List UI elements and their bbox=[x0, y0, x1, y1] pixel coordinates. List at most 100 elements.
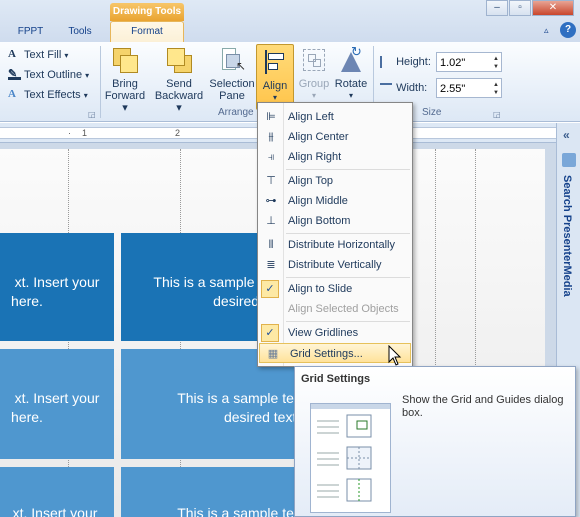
group-label: Group bbox=[298, 78, 330, 90]
align-right-icon: ⫣ bbox=[267, 151, 275, 163]
bring-forward-icon bbox=[111, 46, 139, 74]
menu-item-label: Align Left bbox=[288, 111, 334, 123]
menu-item-align-top[interactable]: ⊤ Align Top bbox=[258, 171, 412, 191]
send-backward-button[interactable]: Send Backward ▾ bbox=[152, 46, 206, 114]
shape-cell[interactable]: xt. Insert your here. bbox=[0, 233, 114, 341]
bring-forward-label-1: Bring bbox=[112, 78, 138, 90]
width-down-arrow[interactable]: ▼ bbox=[493, 89, 499, 97]
dialog-preview-graphic bbox=[317, 414, 372, 502]
title-bar: FPPT Tools Drawing Tools Format – ▫ ✕ ▵ … bbox=[0, 0, 580, 43]
shape-cell[interactable]: This is a sample desired t bbox=[121, 233, 271, 341]
rotate-label: Rotate bbox=[334, 78, 368, 90]
side-pane-title[interactable]: Search PresenterMedia bbox=[561, 175, 573, 297]
ruler-tick-1: 1 bbox=[82, 128, 88, 138]
text-effects-icon: A bbox=[8, 88, 16, 100]
cell-text: xt. Insert your bbox=[14, 390, 100, 406]
size-dialog-launcher[interactable]: ◲ bbox=[493, 110, 501, 119]
distribute-vertically-icon: ≣ bbox=[266, 259, 276, 271]
width-value: 2.55" bbox=[440, 83, 466, 95]
minimize-ribbon-icon[interactable]: ▵ bbox=[544, 25, 549, 36]
align-top-icon: ⊤ bbox=[266, 175, 276, 187]
send-backward-label-1: Send bbox=[166, 78, 192, 90]
selection-pane-button[interactable]: ↖ Selection Pane bbox=[208, 46, 256, 112]
menu-item-align-left[interactable]: ⊫ Align Left bbox=[258, 107, 412, 127]
group-icon bbox=[300, 46, 328, 74]
tooltip-title: Grid Settings bbox=[301, 373, 371, 385]
menu-item-align-right[interactable]: ⫣ Align Right bbox=[258, 147, 412, 167]
height-up-arrow[interactable]: ▲ bbox=[493, 55, 499, 63]
distribute-horizontally-icon: ⫴ bbox=[268, 239, 274, 251]
text-fill-icon: A bbox=[8, 48, 16, 60]
align-center-icon: ⫵ bbox=[268, 131, 274, 143]
tab-tools[interactable]: Tools bbox=[60, 22, 100, 42]
collapse-pane-icon[interactable]: « bbox=[563, 128, 570, 142]
menu-item-align-bottom[interactable]: ⊥ Align Bottom bbox=[258, 211, 412, 231]
width-input[interactable]: 2.55" ▲ ▼ bbox=[436, 78, 502, 98]
text-effects-label: Text Effects bbox=[24, 89, 81, 101]
selection-pane-icon: ↖ bbox=[218, 46, 246, 74]
menu-item-view-gridlines[interactable]: ✓ View Gridlines bbox=[258, 323, 412, 343]
height-label: Height: bbox=[396, 56, 431, 68]
height-value: 1.02" bbox=[440, 57, 466, 69]
menu-item-distribute-horizontally[interactable]: ⫴ Distribute Horizontally bbox=[258, 235, 412, 255]
menu-item-align-selected-objects[interactable]: Align Selected Objects bbox=[258, 299, 412, 319]
bring-forward-button[interactable]: Bring Forward ▾ bbox=[102, 46, 148, 114]
group-separator bbox=[100, 46, 101, 118]
menu-separator bbox=[286, 321, 410, 322]
height-input[interactable]: 1.02" ▲ ▼ bbox=[436, 52, 502, 72]
menu-item-label: Align Selected Objects bbox=[288, 303, 399, 315]
rotate-dropdown-arrow: ▾ bbox=[348, 91, 353, 100]
minimize-button[interactable]: – bbox=[486, 0, 508, 16]
wordart-dialog-launcher[interactable]: ◲ bbox=[88, 110, 96, 119]
grid-dialog-preview bbox=[310, 403, 391, 513]
ruler-tick: · bbox=[68, 128, 71, 138]
shape-cell[interactable]: xt. Insert your bbox=[0, 467, 114, 517]
align-dropdown-menu: ⊫ Align Left ⫵ Align Center ⫣ Align Righ… bbox=[257, 102, 413, 367]
menu-item-align-to-slide[interactable]: ✓ Align to Slide bbox=[258, 279, 412, 299]
maximize-button[interactable]: ▫ bbox=[509, 0, 531, 16]
menu-item-align-center[interactable]: ⫵ Align Center bbox=[258, 127, 412, 147]
contextual-tab-header: Drawing Tools bbox=[110, 3, 184, 21]
height-control: Height: 1.02" ▲ ▼ bbox=[380, 52, 502, 72]
text-outline-label: Text Outline bbox=[24, 69, 83, 81]
tab-format[interactable]: Format bbox=[110, 21, 184, 43]
text-outline-button[interactable]: ✎ Text Outline ▾ bbox=[8, 66, 89, 84]
align-label: Align bbox=[262, 80, 288, 92]
width-label: Width: bbox=[396, 82, 428, 94]
cell-text: xt. Insert your bbox=[14, 274, 100, 290]
menu-item-align-middle[interactable]: ⊶ Align Middle bbox=[258, 191, 412, 211]
cell-text: here. bbox=[11, 409, 43, 425]
checkmark-icon: ✓ bbox=[261, 280, 279, 298]
tab-fppt[interactable]: FPPT bbox=[8, 22, 53, 42]
menu-item-label: Distribute Vertically bbox=[288, 259, 382, 271]
menu-item-distribute-vertically[interactable]: ≣ Distribute Vertically bbox=[258, 255, 412, 275]
arrange-group-label: Arrange bbox=[218, 107, 254, 118]
menu-item-label: Distribute Horizontally bbox=[288, 239, 395, 251]
shape-cell[interactable]: This is a sample text bbox=[121, 467, 305, 517]
selection-pane-label-1: Selection bbox=[209, 78, 255, 90]
width-up-arrow[interactable]: ▲ bbox=[493, 81, 499, 89]
align-button[interactable]: Align ▾ bbox=[256, 44, 294, 110]
checkmark-icon: ✓ bbox=[261, 324, 279, 342]
height-down-arrow[interactable]: ▼ bbox=[493, 63, 499, 71]
bring-forward-label-2: Forward ▾ bbox=[104, 90, 146, 114]
width-icon bbox=[380, 83, 392, 93]
close-button[interactable]: ✕ bbox=[532, 0, 574, 16]
grid-icon: ▦ bbox=[267, 348, 279, 360]
cell-text: xt. Insert your bbox=[12, 505, 98, 517]
shape-cell[interactable]: xt. Insert your here. bbox=[0, 349, 114, 459]
menu-item-label: Align Top bbox=[288, 175, 334, 187]
text-effects-button[interactable]: A Text Effects ▾ bbox=[8, 86, 88, 104]
height-icon bbox=[380, 56, 390, 69]
size-group-label: Size bbox=[422, 107, 442, 118]
menu-item-label: Align Bottom bbox=[288, 215, 351, 227]
text-fill-label: Text Fill bbox=[24, 49, 62, 61]
menu-separator bbox=[286, 277, 410, 278]
menu-separator bbox=[286, 169, 410, 170]
text-fill-button[interactable]: A Text Fill ▾ bbox=[8, 46, 68, 64]
help-icon[interactable]: ? bbox=[560, 22, 576, 38]
menu-item-label: Align to Slide bbox=[288, 283, 353, 295]
tooltip-description: Show the Grid and Guides dialog box. bbox=[402, 394, 564, 419]
align-middle-icon: ⊶ bbox=[265, 195, 277, 207]
send-backward-label-2: Backward ▾ bbox=[154, 90, 204, 114]
